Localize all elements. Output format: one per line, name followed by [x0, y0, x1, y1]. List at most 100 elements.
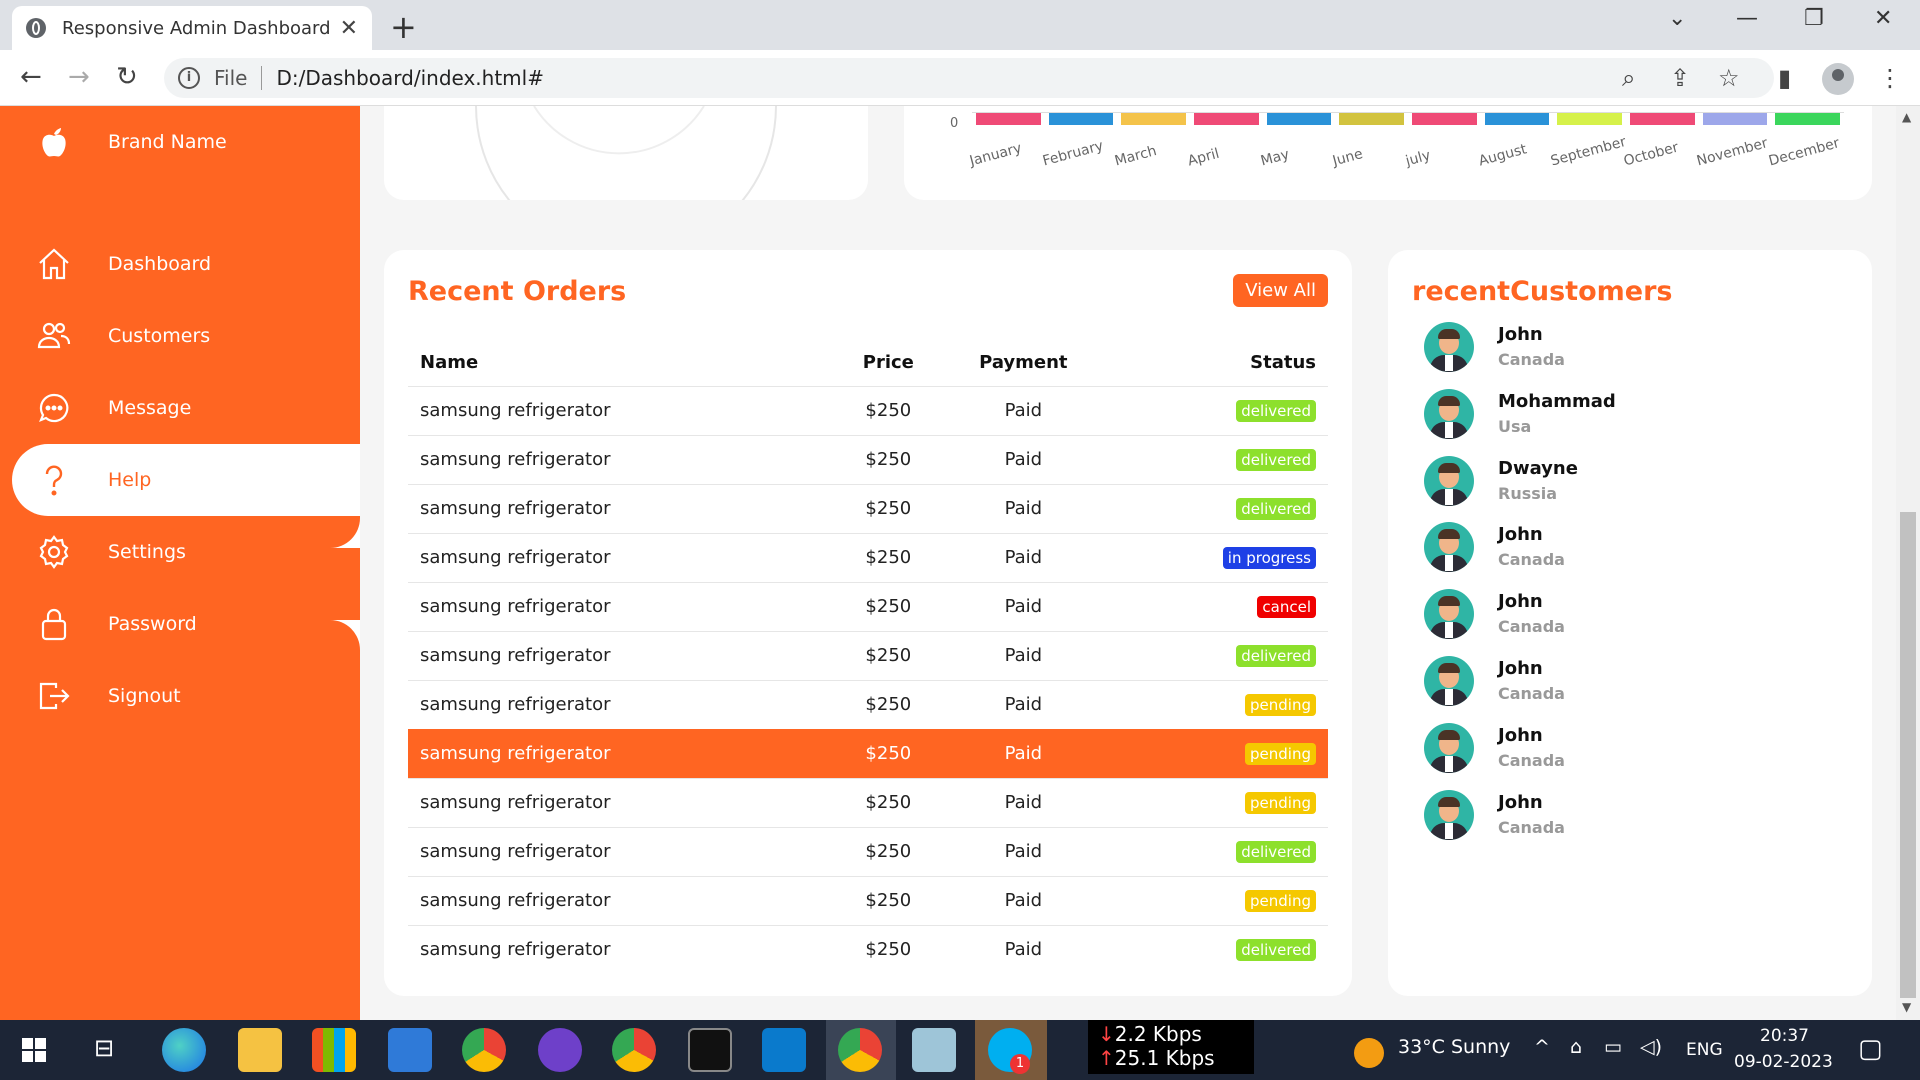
chart-bar[interactable] — [976, 113, 1041, 125]
avatar — [1424, 522, 1474, 573]
customer-item[interactable]: John Canada — [1424, 518, 1804, 578]
table-row[interactable]: samsung refrigerator $250 Paid pending — [408, 875, 1328, 925]
recent-customers-card: recentCustomers John Canada Mohammad Usa Dwa… — [1388, 250, 1872, 996]
customer-country: Usa — [1498, 416, 1532, 436]
notes-icon[interactable] — [912, 1028, 956, 1072]
close-tab-icon[interactable]: ✕ — [340, 16, 358, 41]
table-row[interactable]: samsung refrigerator $250 Paid delivered — [408, 385, 1328, 435]
chrome-alt-icon[interactable] — [612, 1028, 656, 1072]
scroll-down-icon[interactable]: ▼ — [1902, 1000, 1911, 1014]
chart-bar[interactable] — [1266, 113, 1332, 125]
new-tab-icon[interactable]: + — [390, 8, 417, 46]
chart-bar[interactable] — [1121, 113, 1186, 125]
volume-icon[interactable]: ◁) — [1640, 1036, 1662, 1058]
table-row[interactable]: samsung refrigerator $250 Paid pending — [408, 777, 1328, 827]
customer-item[interactable]: John Canada — [1424, 652, 1804, 712]
share-icon[interactable]: ⇪ — [1670, 64, 1690, 92]
file-explorer-icon[interactable] — [238, 1028, 282, 1072]
windows-start-icon[interactable] — [22, 1038, 46, 1062]
forward-icon[interactable]: → — [68, 62, 90, 92]
weather-text[interactable]: 33°C Sunny — [1398, 1036, 1510, 1058]
profile-icon[interactable] — [1822, 63, 1854, 95]
sidebar-item-message[interactable]: Message — [12, 372, 360, 444]
customer-item[interactable]: John Canada — [1424, 786, 1804, 846]
table-row[interactable]: samsung refrigerator $250 Paid pending — [408, 679, 1328, 729]
table-row[interactable]: samsung refrigerator $250 Paid in progress — [408, 532, 1328, 582]
url-bar[interactable]: i File D:/Dashboard/index.html# — [164, 58, 1774, 98]
table-row[interactable]: samsung refrigerator $250 Paid delivered — [408, 826, 1328, 876]
table-row[interactable]: samsung refrigerator $250 Paid cancel — [408, 581, 1328, 631]
clock-date[interactable]: 09-02-2023 — [1734, 1052, 1833, 1072]
zoom-icon[interactable]: ⌕ — [1622, 64, 1635, 92]
chart-bar[interactable] — [1702, 113, 1768, 125]
sidebar-item-password[interactable]: Password — [12, 588, 360, 660]
url-text[interactable]: D:/Dashboard/index.html# — [276, 66, 544, 90]
page-scrollbar[interactable]: ▲ ▼ — [1896, 106, 1920, 1020]
tab-search-icon[interactable]: ⌄ — [1668, 6, 1686, 31]
table-row[interactable]: samsung refrigerator $250 Paid delivered — [408, 434, 1328, 484]
back-icon[interactable]: ← — [20, 62, 42, 92]
table-row[interactable]: samsung refrigerator $250 Paid delivered — [408, 630, 1328, 680]
customer-item[interactable]: John Canada — [1424, 318, 1804, 378]
customer-item[interactable]: Mohammad Usa — [1424, 385, 1804, 445]
sidebar-item-help[interactable]: Help — [12, 444, 360, 516]
browser-tab-strip: Responsive Admin Dashboard ✕ + ⌄ — ❐ ✕ — [0, 0, 1920, 50]
sidebar-item-customers[interactable]: Customers — [12, 300, 360, 372]
table-row[interactable]: samsung refrigerator $250 Paid delivered — [408, 924, 1328, 974]
x-axis-label: February — [1040, 137, 1105, 170]
x-axis-label: November — [1694, 135, 1770, 170]
minimize-icon[interactable]: — — [1736, 6, 1758, 31]
order-status-cell: delivered — [1098, 630, 1328, 680]
table-row[interactable]: samsung refrigerator $250 Paid delivered — [408, 483, 1328, 533]
order-name-cell: samsung refrigerator — [408, 434, 829, 484]
notification-icon[interactable]: ▢ — [1858, 1034, 1883, 1064]
view-all-button[interactable]: View All — [1233, 274, 1328, 307]
sidebar-item-dashboard[interactable]: Dashboard — [12, 228, 360, 300]
scrollbar-thumb[interactable] — [1900, 512, 1916, 998]
sidebar-item-settings[interactable]: Settings — [12, 516, 360, 588]
github-desktop-icon[interactable] — [538, 1028, 582, 1072]
table-row[interactable]: samsung refrigerator $250 Paid pending — [408, 728, 1328, 778]
mail-icon[interactable] — [388, 1028, 432, 1072]
star-icon[interactable]: ☆ — [1718, 64, 1740, 92]
status-badge: delivered — [1236, 399, 1316, 422]
sidebar-item-signout[interactable]: Signout — [12, 660, 360, 732]
chrome-profile-icon[interactable] — [462, 1028, 506, 1072]
scroll-up-icon[interactable]: ▲ — [1902, 110, 1911, 124]
chevron-up-icon[interactable]: ^ — [1534, 1036, 1550, 1058]
chart-bar[interactable] — [1557, 113, 1622, 125]
chart-bar[interactable] — [1048, 113, 1114, 125]
chart-bar[interactable] — [1412, 113, 1477, 125]
chart-bar[interactable] — [1484, 113, 1550, 125]
order-price-cell: $250 — [828, 385, 949, 435]
chart-bar[interactable] — [1194, 113, 1259, 125]
reload-icon[interactable]: ↻ — [116, 62, 138, 92]
sidebar-item-label: Customers — [108, 325, 211, 347]
chrome-icon[interactable] — [838, 1028, 882, 1072]
info-icon[interactable]: i — [178, 67, 200, 89]
window-close-icon[interactable]: ✕ — [1874, 6, 1892, 31]
edge-icon[interactable] — [162, 1028, 206, 1072]
sidebar-item-label: Signout — [108, 685, 181, 707]
customer-item[interactable]: John Canada — [1424, 719, 1804, 779]
side-panel-icon[interactable]: ▮ — [1778, 64, 1791, 92]
customer-item[interactable]: Dwayne Russia — [1424, 452, 1804, 512]
meet-now-icon[interactable]: ⌂ — [1570, 1036, 1582, 1058]
customer-item[interactable]: John Canada — [1424, 585, 1804, 645]
task-view-icon[interactable]: ⊟ — [94, 1034, 114, 1062]
vscode-icon[interactable] — [762, 1028, 806, 1072]
battery-icon[interactable]: ▭ — [1604, 1036, 1622, 1058]
restore-icon[interactable]: ❐ — [1804, 6, 1824, 31]
order-price-cell: $250 — [828, 777, 949, 827]
terminal-icon[interactable] — [688, 1028, 732, 1072]
menu-icon[interactable]: ⋮ — [1878, 64, 1902, 92]
sidebar-brand[interactable]: Brand Name — [12, 106, 360, 178]
language-indicator[interactable]: ENG — [1686, 1040, 1723, 1060]
store-icon[interactable] — [312, 1028, 356, 1072]
clock-time[interactable]: 20:37 — [1760, 1026, 1809, 1046]
chart-bar[interactable] — [1339, 113, 1404, 125]
chart-bar[interactable] — [1630, 113, 1695, 125]
chart-bar[interactable] — [1775, 113, 1840, 125]
x-axis-label: April — [1186, 145, 1222, 170]
browser-tab[interactable]: Responsive Admin Dashboard ✕ — [12, 6, 372, 50]
